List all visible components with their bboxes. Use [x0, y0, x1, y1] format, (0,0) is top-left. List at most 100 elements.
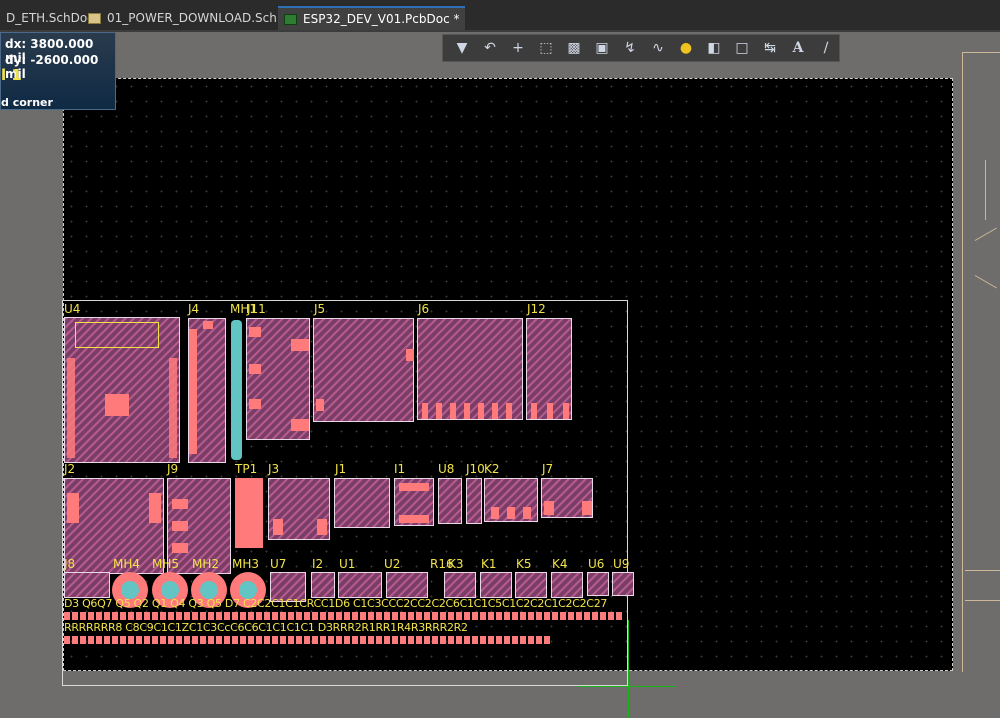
smd-pad	[616, 612, 622, 620]
component-icon[interactable]: ▣	[589, 37, 615, 59]
component-j8[interactable]	[64, 572, 110, 598]
smd-pad	[360, 636, 366, 644]
polygon-icon[interactable]: ◧	[701, 37, 727, 59]
smd-pad	[264, 612, 270, 620]
component-u1[interactable]	[338, 572, 382, 598]
cross-icon[interactable]: +	[505, 37, 531, 59]
component-u4[interactable]	[64, 317, 180, 463]
smd-pad	[272, 612, 278, 620]
component-tp1[interactable]	[235, 478, 263, 548]
designator-u1: U1	[339, 557, 356, 571]
smd-pad	[528, 636, 534, 644]
hud-layer-indicator: l 1	[1, 66, 22, 84]
smd-pad	[296, 612, 302, 620]
component-i1[interactable]	[394, 478, 434, 526]
smd-pad	[456, 636, 462, 644]
smd-pad	[216, 612, 222, 620]
component-k1[interactable]	[480, 572, 512, 598]
smd-pad	[512, 612, 518, 620]
smd-pad	[120, 636, 126, 644]
hud-snap-mode: d corner	[1, 96, 53, 109]
component-k2[interactable]	[484, 478, 538, 522]
smd-pad	[64, 612, 70, 620]
component-j11[interactable]	[246, 318, 310, 440]
component-u9[interactable]	[612, 572, 634, 596]
designator-mh4: MH4	[113, 557, 141, 571]
smd-pad	[152, 612, 158, 620]
smd-pad	[312, 636, 318, 644]
tab-power-download-schdoc[interactable]: 01_POWER_DOWNLOAD.SchDoc	[82, 6, 306, 30]
component-i2[interactable]	[311, 572, 335, 598]
smd-pad	[440, 612, 446, 620]
designator-j1: J1	[335, 462, 347, 476]
designator-j6: J6	[418, 302, 430, 316]
designator-u6: U6	[588, 557, 605, 571]
smd-pad	[112, 636, 118, 644]
dimension-icon[interactable]: ↹	[757, 37, 783, 59]
smd-pad	[416, 636, 422, 644]
smd-pad	[96, 636, 102, 644]
smd-pad	[264, 636, 270, 644]
smd-pad	[176, 636, 182, 644]
tab-label: 01_POWER_DOWNLOAD.SchDoc	[107, 11, 301, 25]
tab-esp32-pcbdoc[interactable]: ESP32_DEV_V01.PcbDoc *	[278, 6, 466, 30]
smd-pad	[344, 636, 350, 644]
line-icon[interactable]: ∕	[813, 37, 839, 59]
designator-mh5: MH5	[152, 557, 180, 571]
smd-pad	[184, 636, 190, 644]
smd-pad	[600, 612, 606, 620]
smd-pad	[160, 636, 166, 644]
smd-pad	[488, 612, 494, 620]
differential-pair-icon[interactable]: ∿	[645, 37, 671, 59]
active-bar-toolbar: ▼ ↶ + ⬚ ▩ ▣ ↯ ∿ ● ◧ □ ↹ A ∕	[442, 34, 840, 62]
rectangle-icon[interactable]: □	[729, 37, 755, 59]
component-j3[interactable]	[268, 478, 330, 540]
component-j4[interactable]	[188, 318, 226, 463]
component-u6[interactable]	[587, 572, 609, 596]
smd-pad	[424, 636, 430, 644]
smd-pad	[352, 636, 358, 644]
smd-pad	[472, 612, 478, 620]
interactive-route-icon[interactable]: ↯	[617, 37, 643, 59]
smd-pad	[208, 636, 214, 644]
designator-u7: U7	[270, 557, 287, 571]
smd-pad	[72, 636, 78, 644]
smd-pad	[344, 612, 350, 620]
component-mh1[interactable]	[231, 320, 242, 460]
select-rect-icon[interactable]: ⬚	[533, 37, 559, 59]
component-j7[interactable]	[541, 478, 593, 518]
smd-pad	[256, 636, 262, 644]
component-u8[interactable]	[438, 478, 462, 524]
smd-pad	[608, 612, 614, 620]
smd-pad	[200, 636, 206, 644]
component-u2[interactable]	[386, 572, 428, 598]
component-k5[interactable]	[515, 572, 547, 598]
text-icon[interactable]: A	[785, 37, 811, 59]
smd-pad	[104, 612, 110, 620]
component-j1[interactable]	[334, 478, 390, 528]
smd-pad	[304, 636, 310, 644]
smd-pad	[544, 636, 550, 644]
bar-chart-icon[interactable]: ▩	[561, 37, 587, 59]
smd-pad	[96, 612, 102, 620]
component-j5[interactable]	[313, 318, 414, 422]
designator-j9: J9	[167, 462, 179, 476]
smd-pad	[152, 636, 158, 644]
component-j6[interactable]	[417, 318, 523, 420]
component-k3[interactable]	[444, 572, 476, 598]
smd-pad	[512, 636, 518, 644]
component-j10[interactable]	[466, 478, 482, 524]
smd-pad	[224, 612, 230, 620]
tab-label: D_ETH.SchDoc	[6, 11, 94, 25]
designator-u9: U9	[613, 557, 630, 571]
cursor-crosshair-vertical	[628, 620, 629, 718]
place-pad-icon[interactable]: ●	[673, 37, 699, 59]
filter-icon[interactable]: ▼	[449, 37, 475, 59]
component-k4[interactable]	[551, 572, 583, 598]
designator-j3: J3	[268, 462, 280, 476]
smd-pad	[400, 636, 406, 644]
route-icon[interactable]: ↶	[477, 37, 503, 59]
smd-pad	[272, 636, 278, 644]
smd-pad	[120, 612, 126, 620]
component-j12[interactable]	[526, 318, 572, 420]
